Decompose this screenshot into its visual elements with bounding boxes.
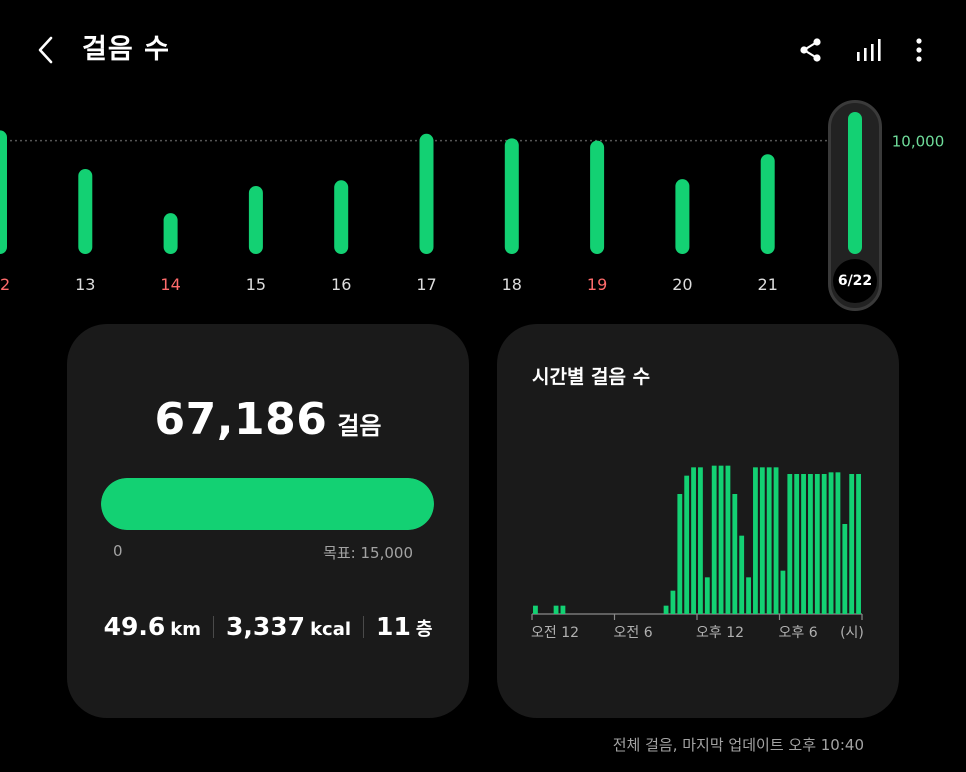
weekly-steps-chart[interactable]: 10,000 12 13 14 15 16 17 18 19 20 21 [0, 96, 966, 321]
day-label[interactable]: 17 [416, 275, 436, 294]
hourly-bar [794, 474, 800, 614]
day-bar[interactable] [675, 179, 690, 254]
day-label[interactable]: 13 [75, 275, 95, 294]
hourly-bar [698, 467, 703, 614]
hourly-bar [787, 474, 793, 614]
calories-unit: kcal [310, 619, 352, 640]
day-bar[interactable] [78, 168, 93, 254]
hourly-bar [725, 465, 731, 614]
calories-metric: 3,337 kcal [214, 612, 363, 641]
hourly-bar [533, 605, 538, 614]
hourly-bar [691, 467, 696, 614]
day-label[interactable]: 12 [0, 275, 10, 294]
hourly-bar [766, 467, 772, 614]
page-title: 걸음 수 [82, 34, 170, 65]
hourly-bar [684, 475, 690, 614]
daily-summary-card[interactable]: 67,186 걸음 0 목표: 15,000 49.6 km 3,337 kcal… [67, 324, 469, 718]
goal-label: 목표: 15,000 [323, 544, 413, 562]
day-label[interactable]: 21 [758, 275, 778, 294]
hourly-bar [704, 577, 710, 614]
metrics-row: 49.6 km 3,337 kcal 11 층 [67, 612, 469, 641]
stats-button[interactable] [848, 30, 888, 70]
hourly-tick-label: 오전 6 [614, 625, 653, 641]
day-bar[interactable] [0, 130, 7, 254]
hourly-bar [814, 474, 820, 614]
day-bar[interactable] [334, 180, 349, 254]
day-label[interactable]: 20 [672, 275, 692, 294]
hourly-tick-label: (시) [840, 625, 864, 641]
hourly-bar [718, 465, 724, 614]
day-label[interactable]: 18 [502, 275, 522, 294]
selected-date[interactable]: 6/22 [833, 259, 877, 303]
hourly-bar [828, 472, 834, 614]
distance-unit: km [170, 619, 201, 640]
floors-unit: 층 [415, 619, 433, 640]
hourly-steps-card[interactable]: 시간별 걸음 수 오전 12 오전 6 오후 12 오후 6 (시) [497, 324, 899, 718]
hourly-bar [773, 467, 779, 614]
distance-metric: 49.6 km [92, 612, 213, 641]
chevron-left-icon [38, 36, 53, 64]
goal-progress-fill [101, 478, 434, 530]
hourly-bar [739, 535, 745, 614]
last-updated-text: 전체 걸음, 마지막 업데이트 오후 10:40 [612, 736, 864, 754]
day-bar[interactable] [504, 138, 519, 254]
calories-value: 3,337 [226, 612, 306, 641]
hourly-bar [801, 474, 806, 614]
back-button[interactable] [26, 30, 66, 70]
more-vertical-icon [916, 38, 922, 62]
hourly-bar [553, 605, 559, 614]
hourly-bar [670, 590, 676, 614]
day-bar[interactable] [248, 185, 263, 254]
day-label[interactable]: 16 [331, 275, 351, 294]
hourly-bar [732, 494, 738, 614]
steps-total: 67,186 걸음 [67, 394, 469, 445]
hourly-bar [808, 474, 813, 614]
floors-metric: 11 층 [364, 612, 444, 641]
steps-count: 67,186 [154, 394, 328, 445]
floors-value: 11 [376, 612, 411, 641]
goal-progress-bar [101, 478, 434, 530]
bar-chart-icon [857, 39, 881, 61]
hourly-bar [842, 524, 848, 614]
distance-value: 49.6 [103, 612, 166, 641]
hourly-tick-label: 오전 12 [531, 625, 579, 641]
hourly-bar [560, 605, 566, 614]
hourly-bar [821, 474, 827, 614]
hourly-bar [849, 474, 855, 614]
hourly-bar [780, 570, 786, 614]
hourly-bar [746, 577, 751, 614]
selected-day-bar[interactable] [848, 112, 862, 254]
share-icon [800, 38, 821, 62]
day-label[interactable]: 19 [587, 275, 607, 294]
steps-unit: 걸음 [337, 412, 382, 440]
hourly-bar [856, 474, 861, 614]
hourly-bar [759, 467, 765, 614]
hourly-bar [663, 605, 669, 614]
day-bar[interactable] [760, 154, 775, 254]
hourly-bar [753, 467, 758, 614]
day-bar[interactable] [163, 213, 178, 254]
hourly-bar [711, 465, 717, 614]
hourly-steps-chart: 오전 12 오전 6 오후 12 오후 6 (시) [531, 465, 864, 641]
share-button[interactable] [791, 30, 831, 70]
hourly-bar [835, 472, 841, 614]
hourly-tick-label: 오후 6 [779, 625, 818, 641]
more-options-button[interactable] [899, 30, 939, 70]
goal-value-label: 10,000 [892, 133, 945, 151]
day-label[interactable]: 15 [246, 275, 266, 294]
day-label[interactable]: 14 [160, 275, 180, 294]
day-bar[interactable] [419, 133, 434, 254]
hourly-bar [677, 494, 683, 614]
progress-min-label: 0 [113, 542, 123, 560]
day-bar[interactable] [590, 140, 605, 254]
hourly-tick-label: 오후 12 [696, 625, 744, 641]
